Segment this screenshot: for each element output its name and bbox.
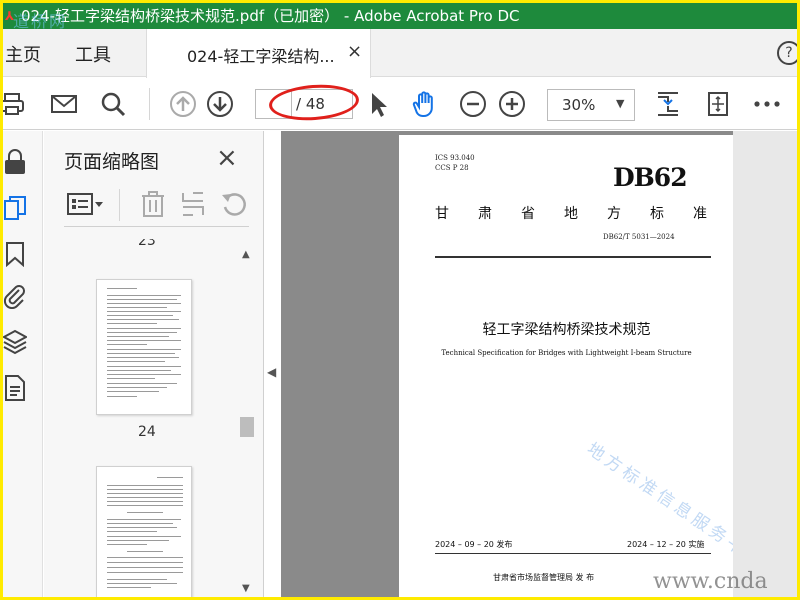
title-char: 准	[693, 206, 707, 222]
left-tool-rail	[3, 131, 43, 597]
ics-code: ICS 93.040	[435, 154, 475, 162]
implementation-date: 2024 – 12 – 20 实施	[627, 540, 705, 549]
tab-tools[interactable]: 工具	[75, 41, 111, 67]
tab-bar: 主页 工具 024-轻工字梁结构... × ?	[3, 29, 797, 78]
publisher: 甘肃省市场监督管理局 发 布	[493, 573, 595, 582]
chevron-down-icon: ▼	[616, 97, 625, 110]
attachment-icon[interactable]	[3, 283, 27, 310]
bookmark-icon[interactable]	[3, 241, 27, 268]
thumbnail-options-icon[interactable]	[66, 191, 106, 217]
title-char: 方	[607, 206, 621, 222]
thumbnail-scrollbar[interactable]: ▲ ▼	[237, 247, 257, 597]
extract-page-icon[interactable]	[179, 191, 207, 217]
page-thumbnails-icon[interactable]	[3, 195, 27, 221]
select-cursor-icon[interactable]	[365, 90, 393, 118]
close-tab-icon[interactable]: ×	[347, 41, 362, 62]
zoom-in-icon[interactable]	[498, 90, 526, 118]
standard-number: DB62/T 5031—2024	[603, 233, 675, 241]
issue-date: 2024 – 09 – 20 发布	[435, 540, 513, 549]
delete-page-icon[interactable]	[139, 191, 167, 217]
pdf-page: ICS 93.040 CCS P 28 DB62 甘 肃 省 地 方 标 准 D…	[399, 135, 734, 597]
site-watermark-top: 道桥网	[13, 12, 68, 29]
thumbnail-page-number: 23	[138, 239, 156, 249]
title-char: 甘	[435, 206, 449, 222]
collapse-panel-icon[interactable]: ◀	[267, 365, 276, 379]
zoom-out-icon[interactable]	[459, 90, 487, 118]
header-rule	[435, 256, 711, 258]
site-watermark-bottom: www.cnda	[653, 569, 768, 594]
help-icon[interactable]: ?	[777, 41, 797, 65]
document-properties-icon[interactable]	[3, 375, 27, 401]
full-screen-icon[interactable]	[704, 90, 732, 118]
standard-name-cn: 轻工字梁结构桥梁技术规范	[482, 322, 651, 338]
zoom-value: 30%	[562, 96, 596, 114]
tab-home[interactable]: 主页	[5, 41, 41, 67]
layers-icon[interactable]	[3, 329, 29, 355]
scroll-up-icon[interactable]: ▲	[242, 249, 250, 260]
title-bar: ⅄ 024-轻工字梁结构桥梁技术规范.pdf（已加密） - Adobe Acro…	[3, 3, 797, 29]
app-window: ⅄ 024-轻工字梁结构桥梁技术规范.pdf（已加密） - Adobe Acro…	[3, 3, 797, 597]
window-title: 024-轻工字梁结构桥梁技术规范.pdf（已加密） - Adobe Acroba…	[21, 7, 520, 25]
title-char: 地	[564, 206, 578, 222]
previous-page-icon[interactable]	[169, 90, 197, 118]
standard-name-en: Technical Specification for Bridges with…	[441, 349, 692, 357]
thumbnail-toolbar-divider	[119, 189, 120, 221]
document-view[interactable]: ICS 93.040 CCS P 28 DB62 甘 肃 省 地 方 标 准 D…	[281, 131, 797, 597]
thumbnail-page-number: 24	[138, 424, 156, 440]
print-icon[interactable]	[3, 90, 27, 118]
classification-codes: ICS 93.040 CCS P 28	[435, 153, 475, 173]
right-gutter	[733, 131, 797, 597]
footer-rule	[435, 553, 711, 554]
scrollbar-thumb[interactable]	[240, 417, 254, 437]
hand-tool-icon[interactable]	[411, 90, 439, 118]
ccs-code: CCS P 28	[435, 164, 469, 172]
thumbnail-toolbar	[64, 183, 249, 227]
search-icon[interactable]	[99, 90, 127, 118]
panel-title: 页面缩略图	[64, 151, 160, 173]
thumbnail-page-24[interactable]	[96, 279, 192, 415]
more-options-icon[interactable]	[753, 90, 781, 118]
next-page-icon[interactable]	[206, 90, 234, 118]
lock-icon[interactable]	[3, 149, 27, 175]
close-panel-icon[interactable]: ×	[216, 143, 238, 173]
tab-document-label: 024-轻工字梁结构...	[187, 47, 335, 66]
scroll-down-icon[interactable]: ▼	[242, 583, 250, 594]
fit-page-icon[interactable]	[654, 90, 682, 118]
tab-document[interactable]: 024-轻工字梁结构... ×	[146, 29, 371, 78]
zoom-dropdown[interactable]: 30% ▼	[547, 89, 635, 121]
title-char: 标	[650, 206, 664, 222]
title-char: 省	[521, 206, 535, 222]
email-icon[interactable]	[50, 90, 78, 118]
thumbnail-page-25[interactable]	[96, 466, 192, 597]
page-thumbnails-panel: 页面缩略图 × 23 24 ▲ ▼	[44, 131, 264, 597]
toolbar: / 48 30% ▼	[3, 78, 797, 130]
toolbar-divider	[149, 88, 150, 120]
rotate-page-icon[interactable]	[220, 191, 248, 217]
db-code: DB62	[613, 163, 688, 192]
title-char: 肃	[478, 206, 492, 222]
